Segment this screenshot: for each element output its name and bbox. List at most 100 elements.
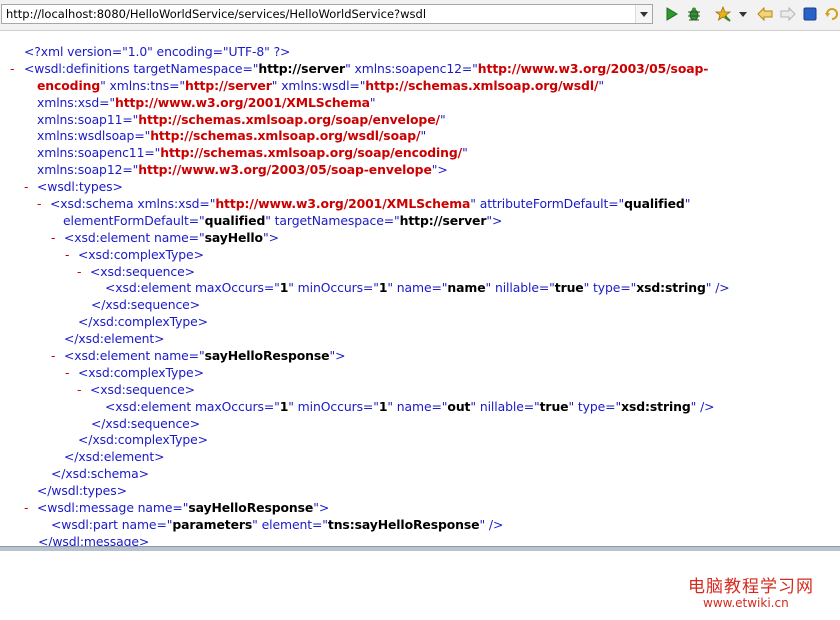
xml-line: - <xsd:element name="sayHelloResponse"> [0,348,840,365]
xml-tag-text: <xsd:schema xmlns:xsd=" [50,196,216,212]
watermark-title: 电脑教程学习网 [688,577,814,597]
xml-tag-text: </xsd:sequence> [91,297,200,313]
xml-tag-text: </xsd:element> [64,449,165,465]
xml-tag-text: <xsd:complexType> [78,364,204,380]
xml-attr-value: xsd:string [621,398,691,414]
xml-url-value: http://www.w3.org/2003/05/soap-envelope [138,162,432,178]
xml-line: - <wsdl:types> [0,179,840,196]
xml-line: <xsd:element maxOccurs="1" minOccurs="1"… [0,280,840,297]
xml-line: </xsd:sequence> [0,416,840,433]
xml-tag-text: </wsdl:types> [37,483,127,499]
xml-tag-text: elementFormDefault=" [63,212,205,228]
xml-url-value: http://schemas.xmlsoap.org/wsdl/ [365,77,599,93]
xml-tag-text: </xsd:complexType> [78,432,208,448]
xml-tag-text: " minOccurs=" [288,398,379,414]
xml-line: - <xsd:sequence> [0,382,840,399]
xml-tag-text: " name=" [387,280,448,296]
collapse-toggle[interactable]: - [51,348,63,365]
xml-tag-text: " element=" [252,516,328,532]
back-icon[interactable] [756,5,774,23]
xml-line: xmlns:soapenc11="http://schemas.xmlsoap.… [0,145,840,162]
debug-icon[interactable] [685,5,703,23]
collapse-toggle[interactable]: - [37,196,49,213]
xml-tag-text: " xmlns:tns=" [100,77,186,93]
xml-tag-text: " name=" [387,398,448,414]
xml-line: </xsd:complexType> [0,432,840,449]
xml-declaration: <?xml version="1.0" encoding="UTF-8" ?> [24,44,291,59]
xml-tag-text: <xsd:element maxOccurs=" [105,398,280,414]
collapse-toggle[interactable]: - [24,500,36,517]
xml-tag-text: "> [431,162,448,178]
xml-tag-text: " [684,196,691,212]
collapse-toggle[interactable]: - [65,365,77,382]
xml-tag-text: <wsdl:message name=" [37,500,189,516]
collapse-toggle[interactable]: - [51,230,63,247]
xml-attr-value: name [447,280,486,296]
xml-tag-text: <xsd:element name=" [64,348,205,364]
xml-line: </xsd:complexType> [0,314,840,331]
xml-attr-value: sayHello [204,229,264,245]
favorites-dropdown-icon[interactable] [734,5,747,23]
xml-tag-text: <xsd:element name=" [64,229,205,245]
xml-tag-text: " type=" [583,280,637,296]
address-bar-url[interactable]: http://localhost:8080/HelloWorldService/… [6,7,426,21]
collapse-toggle[interactable]: - [77,264,89,281]
xml-line: </wsdl:types> [0,483,840,500]
address-bar[interactable]: http://localhost:8080/HelloWorldService/… [1,4,653,24]
collapse-toggle[interactable]: - [10,61,22,78]
xml-tag-text: xmlns:soap11=" [37,111,139,127]
xml-attr-value: 1 [279,398,289,414]
xml-tag-text: <xsd:sequence> [90,381,195,397]
xml-url-value: http://schemas.xmlsoap.org/wsdl/soap/ [150,128,421,144]
go-icon[interactable] [662,5,680,23]
xml-tag-text: "> [329,348,346,364]
xml-url-value: http://www.w3.org/2001/XMLSchema [114,94,370,110]
xml-tag-text: </xsd:sequence> [91,415,200,431]
xml-tag-text: </xsd:complexType> [78,314,208,330]
xml-line: xmlns:wsdlsoap="http://schemas.xmlsoap.o… [0,128,840,145]
xml-line: - <xsd:complexType> [0,247,840,264]
watermark-url: www.etwiki.cn [703,596,789,610]
xml-tag-text: xmlns:soapenc11=" [37,145,161,161]
xml-line: - <xsd:element name="sayHello"> [0,230,840,247]
collapse-toggle[interactable]: - [24,179,36,196]
xml-tag-text: " /> [479,516,504,532]
xml-line: xmlns:soap12="http://www.w3.org/2003/05/… [0,162,840,179]
xml-line: <?xml version="1.0" encoding="UTF-8" ?> [0,44,840,61]
xml-line: - <wsdl:message name="sayHelloResponse"> [0,500,840,517]
xml-tag-text: <xsd:complexType> [78,246,204,262]
favorites-icon[interactable] [714,5,732,23]
xml-line: </xsd:element> [0,449,840,466]
xml-line: - <xsd:complexType> [0,365,840,382]
forward-icon[interactable] [779,5,797,23]
xml-attr-value: sayHelloResponse [188,500,314,516]
xml-tag-text: <xsd:element maxOccurs=" [105,280,280,296]
xml-tag-text: </wsdl:message> [38,533,150,546]
xml-line: xmlns:soap11="http://schemas.xmlsoap.org… [0,112,840,129]
collapse-toggle[interactable]: - [65,247,77,264]
address-dropdown-button[interactable] [635,5,652,23]
xml-url-value: http://schemas.xmlsoap.org/soap/encoding… [160,145,463,161]
refresh-icon[interactable] [823,5,840,23]
collapse-toggle[interactable]: - [77,382,89,399]
xml-tag-text: " [598,77,605,93]
xml-tag-text: </xsd:schema> [51,466,149,482]
xml-attr-value: sayHelloResponse [204,348,330,364]
xml-tag-text: " [462,145,468,161]
xml-document-view: <?xml version="1.0" encoding="UTF-8" ?> … [0,44,840,546]
xml-url-value: http://server [185,77,272,93]
xml-line: encoding" xmlns:tns="http://server" xmln… [0,78,840,95]
xml-tag-text: " /> [705,280,730,296]
xml-tag-text: " attributeFormDefault=" [470,196,625,212]
xml-tag-text: " targetNamespace=" [265,212,400,228]
xml-line: - <xsd:sequence> [0,264,840,281]
xml-tag-text: "> [262,229,279,245]
xml-line: </wsdl:message> [0,534,840,546]
xml-attr-value: true [539,398,569,414]
xml-tag-text: " [439,111,446,127]
stop-icon[interactable] [801,5,819,23]
xml-line: xmlns:xsd="http://www.w3.org/2001/XMLSch… [0,95,840,112]
xml-tag-text: <wsdl:definitions targetNamespace=" [24,60,259,76]
xml-tag-text: " type=" [568,398,622,414]
xml-line: <xsd:element maxOccurs="1" minOccurs="1"… [0,399,840,416]
